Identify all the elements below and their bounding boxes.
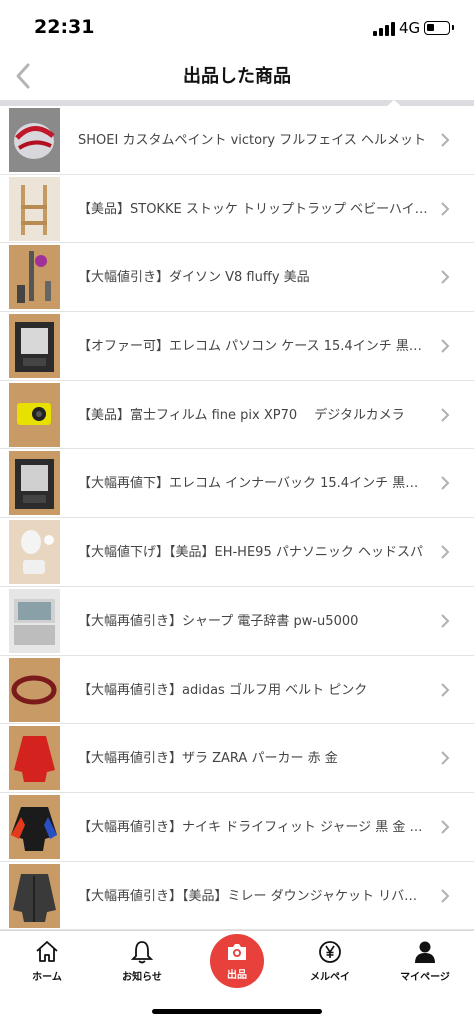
tab-mypage-label: マイページ — [400, 972, 450, 983]
inner-bag-thumbnail — [9, 451, 60, 516]
item-title: 【大幅値引き】ダイソン V8 fluffy 美品 — [78, 270, 310, 286]
network-type: 4G — [399, 19, 421, 37]
tab-sell-label: 出品 — [227, 970, 247, 981]
item-title: 【大幅再値下】エレコム インナーバック 15.4インチ 黒… — [78, 476, 419, 492]
list-item[interactable]: 【大幅再値引き】ザラ ZARA パーカー 赤 金 — [0, 724, 474, 793]
helmet-thumbnail — [9, 108, 60, 172]
chevron-right-icon — [441, 751, 450, 765]
list-item[interactable]: 【大幅値引き】ダイソン V8 fluffy 美品 — [0, 243, 474, 313]
yen-icon — [319, 941, 341, 963]
status-time: 22:31 — [34, 16, 95, 38]
item-title: 【大幅再値引き】ザラ ZARA パーカー 赤 金 — [78, 751, 338, 767]
camera-icon — [228, 944, 246, 960]
chevron-right-icon — [441, 888, 450, 903]
list-item[interactable]: 【オファー可】エレコム パソコン ケース 15.4インチ 黒… — [0, 312, 474, 381]
dictionary-thumbnail — [9, 588, 60, 653]
item-title: 【大幅再値引き】【美品】ミレー ダウンジャケット リバ… — [78, 888, 418, 904]
list-item[interactable]: 【大幅再値引き】【美品】ミレー ダウンジャケット リバ… — [0, 862, 474, 930]
chevron-right-icon — [441, 545, 450, 559]
tab-notifications-label: お知らせ — [122, 972, 162, 983]
laptop-case-thumbnail — [9, 314, 60, 379]
item-title: 【美品】STOKKE ストッケ トリップトラップ ベビーハイ… — [78, 201, 428, 217]
down-jacket-thumbnail — [9, 863, 60, 928]
list-item[interactable]: 【大幅値下げ】【美品】EH-HE95 パナソニック ヘッドスパ — [0, 518, 474, 587]
chevron-right-icon — [441, 270, 450, 285]
battery-icon — [424, 21, 454, 35]
home-icon — [36, 941, 58, 962]
tab-merpay[interactable]: メルペイ — [283, 931, 377, 991]
chevron-right-icon — [441, 133, 450, 147]
item-title: 【美品】富士フィルム fine pix XP70 デジタルカメラ — [78, 407, 405, 423]
nav-bar: 出品した商品 — [0, 52, 474, 100]
list-item[interactable]: 【美品】STOKKE ストッケ トリップトラップ ベビーハイ… — [0, 175, 474, 244]
signal-icon — [373, 22, 395, 36]
item-title: 【大幅値下げ】【美品】EH-HE95 パナソニック ヘッドスパ — [78, 545, 423, 561]
status-bar: 22:31 4G — [0, 0, 474, 52]
high-chair-thumbnail — [9, 176, 60, 241]
tab-sell[interactable]: 出品 — [210, 934, 264, 988]
list-item[interactable]: 【大幅再値下】エレコム インナーバック 15.4インチ 黒… — [0, 449, 474, 519]
list-item[interactable]: 【大幅再値引き】シャープ 電子辞書 pw-u5000 — [0, 587, 474, 656]
list-item[interactable]: SHOEI カスタムペイント victory フルフェイス ヘルメット — [0, 106, 474, 175]
list-item[interactable]: 【大幅再値引き】adidas ゴルフ用 ベルト ピンク — [0, 656, 474, 725]
list-item[interactable]: 【美品】富士フィルム fine pix XP70 デジタルカメラ — [0, 381, 474, 450]
item-title: 【大幅再値引き】adidas ゴルフ用 ベルト ピンク — [78, 682, 368, 698]
jersey-thumbnail — [9, 794, 60, 859]
listed-items-list: SHOEI カスタムペイント victory フルフェイス ヘルメット 【美品】… — [0, 106, 474, 930]
chevron-right-icon — [441, 201, 450, 216]
chevron-right-icon — [441, 408, 450, 422]
bell-icon — [130, 941, 154, 964]
page-title: 出品した商品 — [183, 66, 291, 87]
tab-home[interactable]: ホーム — [0, 931, 94, 991]
chevron-right-icon — [441, 820, 450, 834]
tab-home-label: ホーム — [32, 972, 62, 983]
vacuum-thumbnail — [9, 245, 60, 310]
chevron-right-icon — [441, 339, 450, 353]
tab-notifications[interactable]: お知らせ — [95, 931, 189, 991]
list-item[interactable]: 【大幅再値引き】ナイキ ドライフィット ジャージ 黒 金 青… — [0, 793, 474, 862]
head-spa-thumbnail — [9, 520, 60, 585]
person-icon — [415, 941, 435, 963]
item-title: 【オファー可】エレコム パソコン ケース 15.4インチ 黒… — [78, 339, 422, 355]
item-title: 【大幅再値引き】シャープ 電子辞書 pw-u5000 — [78, 613, 359, 629]
chevron-right-icon — [441, 614, 450, 628]
item-title: 【大幅再値引き】ナイキ ドライフィット ジャージ 黒 金 青… — [78, 819, 428, 835]
tab-merpay-label: メルペイ — [310, 972, 350, 983]
camera-thumbnail — [9, 382, 60, 447]
belt-thumbnail — [9, 657, 60, 722]
tab-mypage[interactable]: マイページ — [378, 931, 472, 991]
chevron-right-icon — [441, 682, 450, 697]
chevron-right-icon — [441, 476, 450, 491]
hoodie-thumbnail — [9, 726, 60, 791]
item-title: SHOEI カスタムペイント victory フルフェイス ヘルメット — [78, 133, 426, 148]
home-indicator — [152, 1009, 322, 1014]
